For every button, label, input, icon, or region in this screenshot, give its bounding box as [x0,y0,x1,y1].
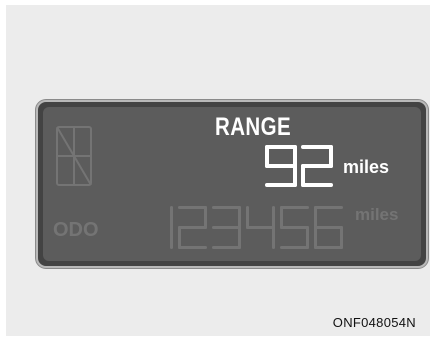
figure-frame: RANGE miles ODO miles ONF048054N [6,5,430,336]
odometer-value-digit [178,206,207,249]
odometer-label: ODO [53,219,99,241]
range-value-digit [301,145,333,187]
odometer-value [170,206,343,249]
cluster-lcd-bezel: RANGE miles ODO miles [36,100,428,268]
odometer-value-digit [246,206,275,249]
odometer-value-digit [280,206,309,249]
range-value [265,145,333,187]
gear-indicator-icon [56,126,92,186]
range-label: RANGE [215,113,292,141]
odometer-value-digit [314,206,343,249]
odometer-value-digit [212,206,241,249]
range-unit: miles [343,157,390,177]
odometer-unit: miles [355,205,399,224]
range-value-digit [265,145,297,187]
cluster-lcd-screen: RANGE miles ODO miles [43,107,421,261]
image-code: ONF048054N [332,315,416,330]
